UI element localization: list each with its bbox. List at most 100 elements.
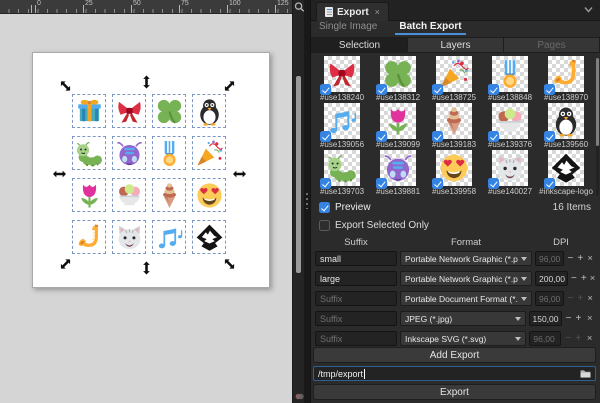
dpi-increase-button[interactable]: +: [577, 253, 583, 264]
scale-handle-se[interactable]: [222, 257, 237, 272]
export-item[interactable]: #use139958: [426, 150, 482, 196]
dpi-decrease-button[interactable]: −: [571, 273, 577, 284]
format-select[interactable]: JPEG (*.jpg): [400, 311, 526, 326]
canvas-scrollbar-thumb[interactable]: [296, 76, 301, 273]
export-path-input[interactable]: /tmp/export: [313, 366, 596, 381]
item-thumbnail[interactable]: [324, 150, 360, 186]
export-dialog-tab[interactable]: Export ×: [316, 2, 389, 21]
preview-checkbox[interactable]: [319, 202, 330, 213]
item-thumbnail[interactable]: [492, 103, 528, 139]
item-thumbnail[interactable]: [436, 56, 472, 92]
canvas-object-caterpillar[interactable]: [72, 136, 106, 170]
item-thumbnail[interactable]: [548, 56, 584, 92]
scale-handle-w[interactable]: [53, 170, 66, 178]
export-button[interactable]: Export: [313, 384, 596, 400]
item-thumbnail[interactable]: [380, 103, 416, 139]
item-checkbox[interactable]: [432, 178, 443, 189]
suffix-input[interactable]: [315, 311, 397, 326]
chevron-down-icon[interactable]: [584, 6, 593, 13]
canvas-object-heart-eyes[interactable]: [192, 178, 226, 212]
export-item[interactable]: #use140027: [482, 150, 538, 196]
thumbnail-scrollbar[interactable]: [596, 58, 599, 196]
canvas-object-penguin[interactable]: [192, 94, 226, 128]
canvas-page[interactable]: [32, 52, 270, 288]
item-thumbnail[interactable]: [380, 150, 416, 186]
subtab-selection[interactable]: Selection: [311, 37, 408, 53]
item-checkbox[interactable]: [320, 178, 331, 189]
item-thumbnail[interactable]: [548, 150, 584, 186]
item-checkbox[interactable]: [376, 178, 387, 189]
tab-single-image[interactable]: Single Image: [315, 21, 381, 35]
dpi-input[interactable]: 150,00: [529, 311, 562, 326]
item-checkbox[interactable]: [488, 131, 499, 142]
scale-handle-n[interactable]: [143, 76, 151, 89]
format-select[interactable]: Portable Network Graphic (*.png): [400, 251, 532, 266]
canvas-object-inkscape-logo[interactable]: [192, 220, 226, 254]
dpi-decrease-button[interactable]: −: [567, 253, 573, 264]
dpi-increase-button[interactable]: +: [575, 313, 581, 324]
dpi-increase-button[interactable]: +: [577, 293, 583, 304]
color-managed-view-icon[interactable]: [295, 392, 304, 401]
item-checkbox[interactable]: [432, 131, 443, 142]
dpi-input[interactable]: 200,00: [535, 271, 568, 286]
scale-handle-s[interactable]: [143, 262, 151, 275]
dpi-decrease-button[interactable]: −: [566, 313, 572, 324]
canvas-object-saxophone[interactable]: [72, 220, 106, 254]
remove-row-button[interactable]: ×: [585, 313, 594, 324]
item-thumbnail[interactable]: [436, 150, 472, 186]
export-item[interactable]: #use139703: [314, 150, 370, 196]
export-item[interactable]: #use138240: [314, 56, 370, 102]
scale-handle-sw[interactable]: [58, 257, 73, 272]
add-export-button[interactable]: Add Export: [313, 347, 596, 363]
export-item[interactable]: #use138848: [482, 56, 538, 102]
dpi-input[interactable]: 96,00: [529, 331, 561, 346]
item-checkbox[interactable]: [432, 84, 443, 95]
item-thumbnail[interactable]: [436, 103, 472, 139]
item-checkbox[interactable]: [488, 178, 499, 189]
format-select[interactable]: Portable Document Format (*.pdf): [400, 291, 532, 306]
canvas-object-music-notes[interactable]: [152, 220, 186, 254]
format-select[interactable]: Portable Network Graphic (*.png): [400, 271, 532, 286]
dpi-increase-button[interactable]: +: [581, 273, 587, 284]
item-checkbox[interactable]: [320, 84, 331, 95]
item-checkbox[interactable]: [544, 178, 555, 189]
item-checkbox[interactable]: [320, 131, 331, 142]
export-selected-only-checkbox[interactable]: [319, 220, 330, 231]
canvas-vertical-scrollbar[interactable]: [292, 0, 304, 403]
item-checkbox[interactable]: [376, 84, 387, 95]
format-select[interactable]: Inkscape SVG (*.svg): [400, 331, 526, 346]
item-thumbnail[interactable]: [492, 150, 528, 186]
scale-handle-nw[interactable]: [58, 79, 73, 94]
item-checkbox[interactable]: [488, 84, 499, 95]
item-thumbnail[interactable]: [324, 56, 360, 92]
subtab-layers[interactable]: Layers: [408, 37, 504, 53]
export-item[interactable]: #use139881: [370, 150, 426, 196]
scale-handle-e[interactable]: [233, 170, 246, 178]
canvas-object-cat-face[interactable]: [112, 220, 146, 254]
item-thumbnail[interactable]: [548, 103, 584, 139]
item-checkbox[interactable]: [544, 131, 555, 142]
export-item[interactable]: #use138312: [370, 56, 426, 102]
export-item[interactable]: #use139099: [370, 103, 426, 149]
thumbnail-scrollbar-thumb[interactable]: [596, 58, 599, 146]
tab-batch-export[interactable]: Batch Export: [395, 21, 465, 35]
export-item[interactable]: #use139560: [538, 103, 594, 149]
canvas-object-medal[interactable]: [152, 136, 186, 170]
canvas-object-bug[interactable]: [112, 136, 146, 170]
canvas-object-gift[interactable]: [72, 94, 106, 128]
dpi-input[interactable]: 96,00: [535, 251, 564, 266]
item-thumbnail[interactable]: [380, 56, 416, 92]
item-thumbnail[interactable]: [324, 103, 360, 139]
item-thumbnail[interactable]: [492, 56, 528, 92]
canvas-object-clover[interactable]: [152, 94, 186, 128]
suffix-input[interactable]: [315, 251, 397, 266]
remove-row-button[interactable]: ×: [590, 273, 596, 284]
remove-row-button[interactable]: ×: [586, 253, 594, 264]
dpi-increase-button[interactable]: +: [575, 333, 581, 344]
scale-handle-ne[interactable]: [222, 79, 237, 94]
item-checkbox[interactable]: [376, 131, 387, 142]
canvas-object-bow[interactable]: [112, 94, 146, 128]
dpi-input[interactable]: 96,00: [535, 291, 564, 306]
item-checkbox[interactable]: [544, 84, 555, 95]
export-item[interactable]: #inkscape-logo: [538, 150, 594, 196]
